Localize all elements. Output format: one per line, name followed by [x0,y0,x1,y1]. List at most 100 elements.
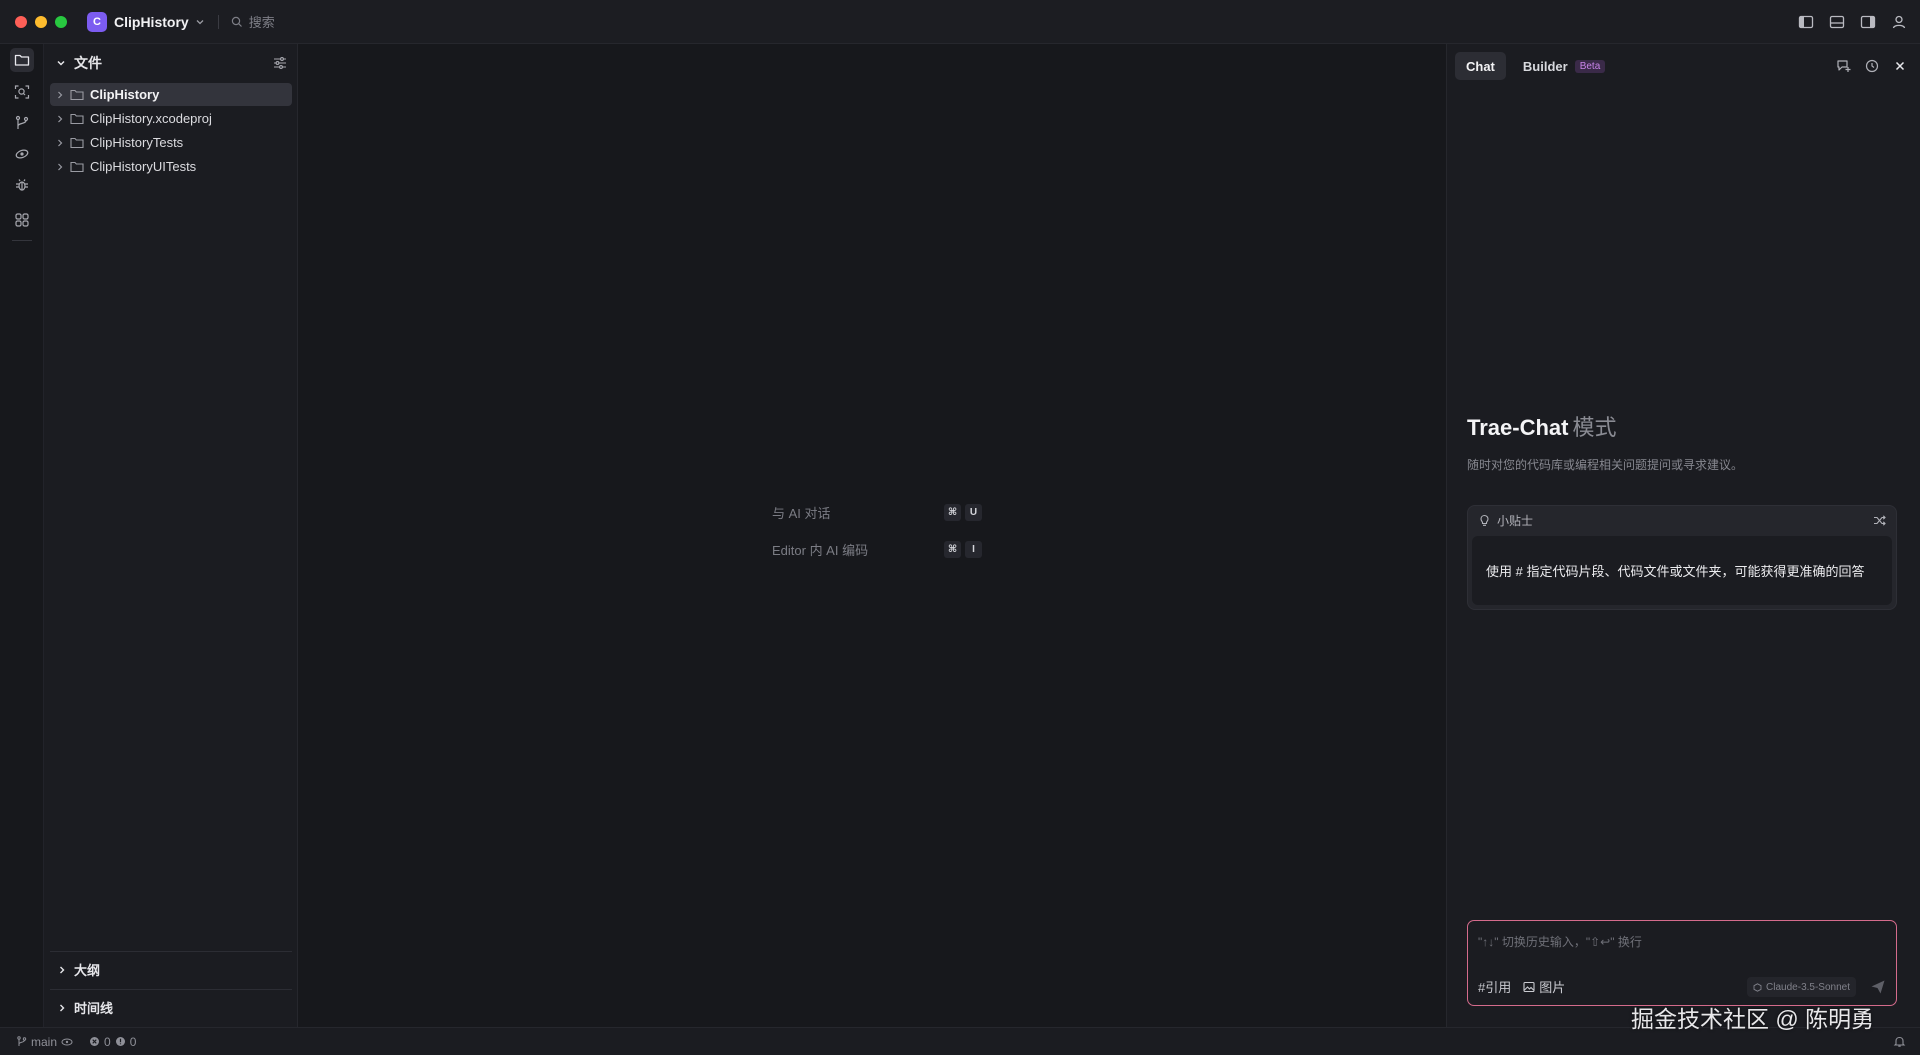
mode-title-main: Trae-Chat [1467,415,1569,440]
chevron-right-icon [56,114,66,124]
minimize-window-button[interactable] [35,15,47,28]
tip-header: 小贴士 [1468,506,1896,534]
explorer-icon[interactable] [10,48,34,72]
tip-text: 使用 # 指定代码片段、代码文件或文件夹，可能获得更准确的回答 [1472,536,1892,605]
tip-title: 小贴士 [1497,513,1534,528]
filter-settings-icon[interactable] [273,56,287,70]
tip-card: 小贴士 使用 # 指定代码片段、代码文件或文件夹，可能获得更准确的回答 [1467,505,1897,610]
search-box[interactable]: 搜索 [231,12,275,31]
timeline-title: 时间线 [74,1001,114,1016]
divider [12,240,32,241]
command-key: ⌘ [944,504,961,521]
shuffle-icon[interactable] [1873,514,1886,527]
chevron-down-icon[interactable] [195,17,205,27]
error-count: 0 [104,1034,111,1049]
chat-panel: Chat Builder Beta Trae-Chat 模式 随时对您的代码库或编… [1446,44,1920,1027]
shortcut-key: I [965,541,982,558]
sync-icon [61,1037,73,1047]
window-controls [15,15,67,28]
mode-description: 随时对您的代码库或编程相关问题提问或寻求建议。 [1467,458,1744,472]
source-control-icon[interactable] [10,111,34,135]
explorer-title: 文件 [74,55,102,71]
toggle-bottom-panel-icon[interactable] [1828,13,1846,31]
outline-section[interactable]: 大纲 [50,951,292,987]
layout-controls [1797,13,1908,31]
image-button-label: 图片 [1539,980,1566,995]
problems-indicator[interactable]: 0 0 [89,1035,136,1049]
warning-icon [115,1036,126,1047]
search-icon [231,16,243,28]
branch-icon [16,1036,27,1047]
tab-builder[interactable]: Builder Beta [1512,52,1616,80]
warning-count: 0 [129,1034,137,1049]
tree-item-folder[interactable]: ClipHistoryUITests [50,155,292,178]
chat-toolbar [1836,58,1908,74]
tree-item-label: ClipHistory [90,87,160,102]
toggle-right-panel-icon[interactable] [1859,13,1877,31]
chat-input[interactable]: "↑↓" 切换历史输入，"⇧↩" 换行 #引用 图片 Claude-3.5-So… [1467,920,1897,1006]
new-chat-icon[interactable] [1836,58,1852,74]
shortcut-label: Editor 内 AI 编码 [772,543,869,558]
beta-badge: Beta [1574,59,1606,73]
chevron-down-icon [56,58,66,68]
reference-button[interactable]: #引用 [1478,977,1511,996]
model-icon [1753,982,1762,992]
chevron-right-icon [58,1003,66,1013]
zoom-window-button[interactable] [55,15,67,28]
shortcut-key: U [965,504,982,521]
remote-icon[interactable] [10,142,34,166]
divider [217,14,219,29]
extensions-icon[interactable] [10,208,34,232]
chevron-right-icon [58,965,66,975]
shortcut-label: 与 AI 对话 [772,506,831,521]
activity-bar [0,44,44,1027]
chat-input-placeholder: "↑↓" 切换历史输入，"⇧↩" 换行 [1478,935,1642,949]
mode-title-sub: 模式 [1572,415,1617,440]
chevron-right-icon [56,138,66,148]
tree-item-folder[interactable]: ClipHistory.xcodeproj [50,107,292,130]
folder-icon [70,113,84,125]
lightbulb-icon [1478,514,1491,527]
send-icon[interactable] [1870,979,1886,995]
tree-item-folder[interactable]: ClipHistory [50,83,292,106]
timeline-section[interactable]: 时间线 [50,989,292,1025]
branch-name: main [31,1034,58,1049]
explorer-header[interactable]: 文件 [56,53,102,73]
project-name[interactable]: ClipHistory [114,14,189,30]
project-avatar[interactable]: C [87,11,107,32]
shortcut-hint: Editor 内 AI 编码 ⌘ I [772,540,982,559]
notification-bell-icon[interactable] [1893,1035,1906,1048]
tree-item-label: ClipHistoryUITests [90,159,197,174]
editor-area: 与 AI 对话 ⌘ U Editor 内 AI 编码 ⌘ I [304,44,1441,1027]
outline-title: 大纲 [74,963,101,978]
chat-tabs: Chat Builder Beta [1455,52,1616,80]
shortcut-hint: 与 AI 对话 ⌘ U [772,503,982,522]
command-key: ⌘ [944,541,961,558]
history-icon[interactable] [1864,58,1880,74]
tree-item-folder[interactable]: ClipHistoryTests [50,131,292,154]
folder-icon [70,137,84,149]
error-icon [89,1036,100,1047]
toggle-left-panel-icon[interactable] [1797,13,1815,31]
chevron-right-icon [56,90,66,100]
file-explorer: 文件 ClipHistory ClipHistory.xcodeproj Cli… [44,44,298,1027]
search-code-icon[interactable] [10,80,34,104]
account-icon[interactable] [1890,13,1908,31]
debug-icon[interactable] [10,173,34,197]
mode-title: Trae-Chat 模式 [1467,410,1617,442]
tree-item-label: ClipHistoryTests [90,135,184,150]
model-name: Claude-3.5-Sonnet [1766,981,1850,993]
tree-item-label: ClipHistory.xcodeproj [90,111,212,126]
image-button[interactable]: 图片 [1523,977,1565,996]
tab-chat[interactable]: Chat [1455,52,1506,80]
watermark: 掘金技术社区 @ 陈明勇 [1631,1006,1875,1032]
branch-indicator[interactable]: main [16,1035,73,1049]
image-icon [1523,981,1535,993]
tab-builder-label: Builder [1522,58,1568,74]
search-placeholder: 搜索 [248,15,275,30]
folder-icon [70,89,84,101]
close-icon[interactable] [1892,58,1908,74]
model-selector[interactable]: Claude-3.5-Sonnet [1747,977,1856,997]
folder-icon [70,161,84,173]
close-window-button[interactable] [15,15,27,28]
